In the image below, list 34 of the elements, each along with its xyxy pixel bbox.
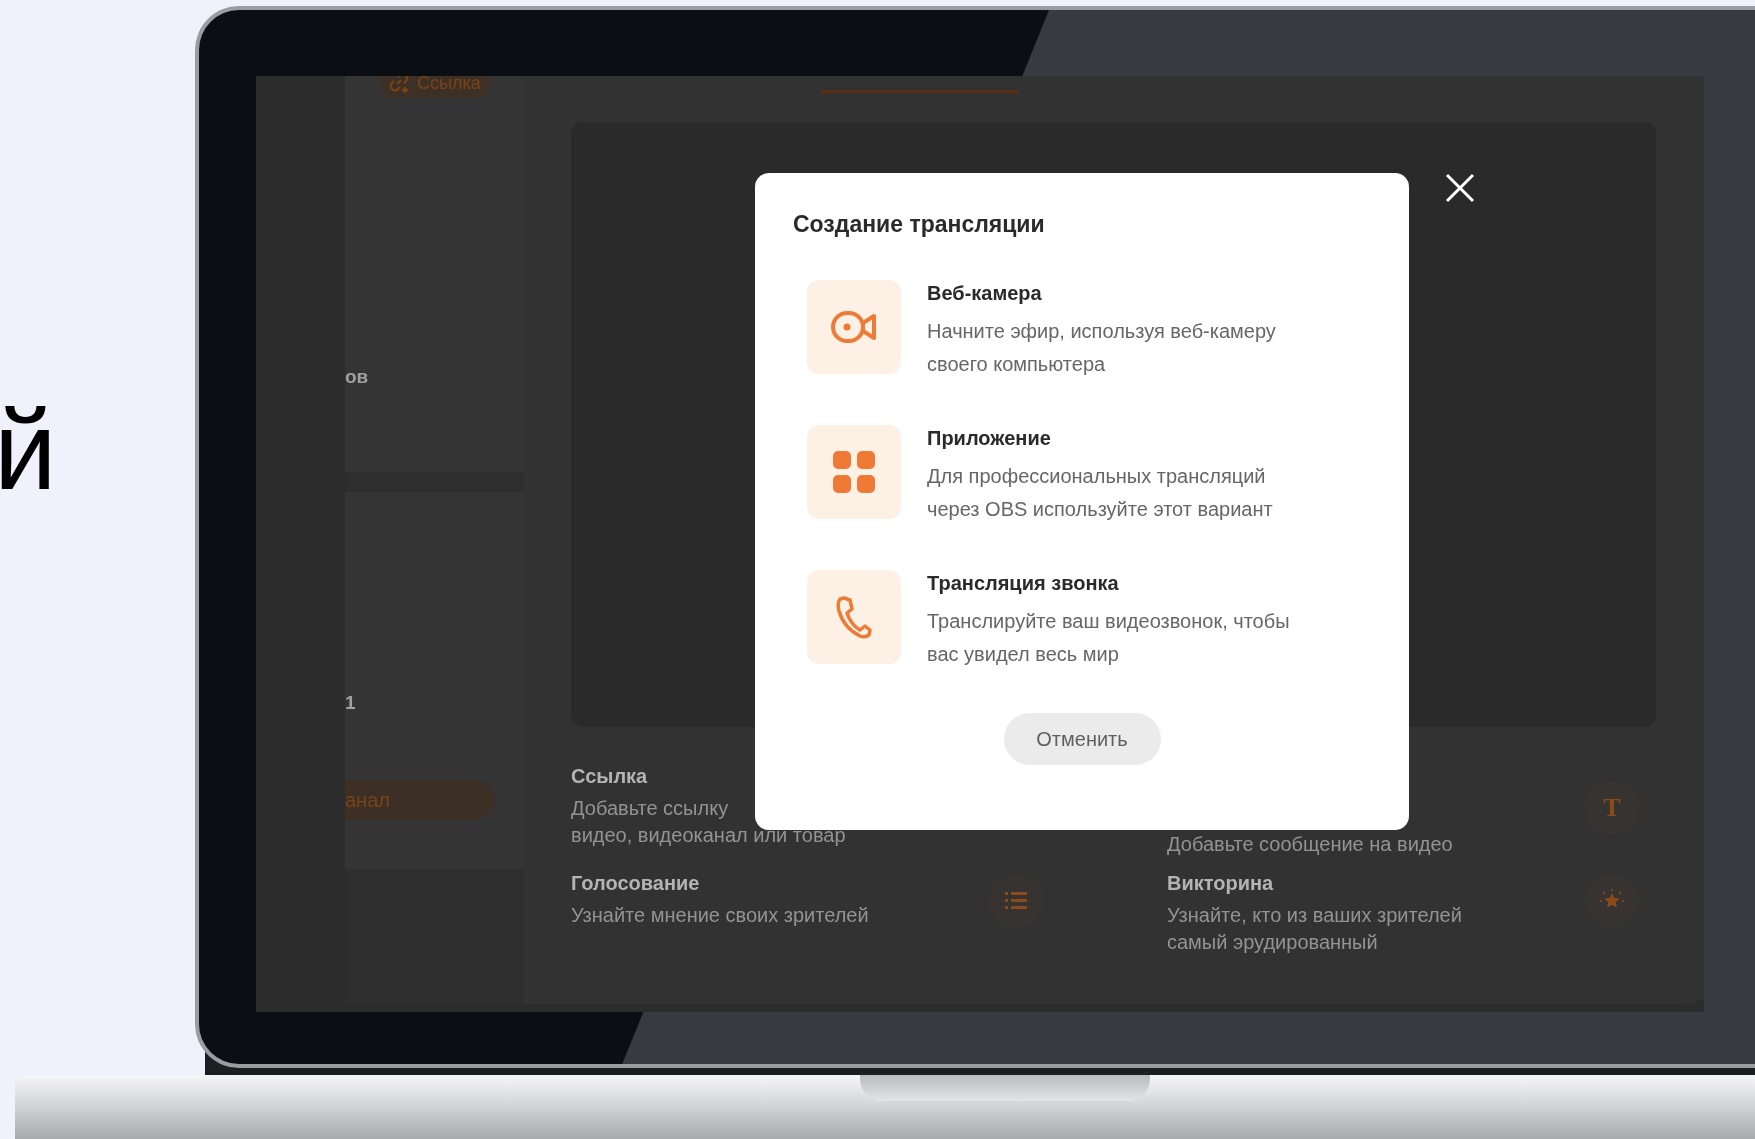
feature-title: Ссылка: [571, 765, 649, 789]
sidebar-text: 1: [345, 692, 356, 714]
option-title: Веб-камера: [927, 282, 1043, 305]
option-tile[interactable]: [807, 570, 901, 664]
cancel-button[interactable]: Отменить: [1003, 713, 1161, 765]
link-tag[interactable]: Ссылка: [379, 76, 491, 98]
sidebar-button[interactable]: анал: [345, 780, 495, 820]
feature-description: самый эрудированный: [1167, 930, 1379, 955]
text-format-icon[interactable]: T: [1585, 781, 1639, 835]
link-icon: [389, 76, 411, 94]
option-description: Начните эфир, используя веб-камеру: [927, 319, 1276, 344]
option-description: через OBS используйте этот вариант: [927, 497, 1273, 522]
close-icon[interactable]: [1445, 173, 1475, 203]
option-description: своего компьютера: [927, 352, 1107, 377]
video-camera-icon: [830, 310, 878, 344]
option-tile[interactable]: [807, 280, 901, 374]
feature-title: Голосование: [571, 872, 701, 896]
option-title: Трансляция звонка: [927, 572, 1120, 595]
phone-icon: [836, 595, 872, 639]
feature-title: Викторина: [1167, 872, 1275, 896]
option-description: Для профессиональных трансляций: [927, 464, 1267, 489]
sidebar-text: ов: [345, 366, 369, 388]
feature-description: видео, видеоканал или товар: [571, 823, 846, 848]
feature-description: Узнайте, кто из ваших зрителей: [1167, 903, 1462, 928]
heading-fragment: й: [0, 395, 57, 507]
app-grid-icon: [833, 451, 875, 493]
option-description: вас увидел весь мир: [927, 642, 1120, 667]
option-description: Транслируйте ваш видеозвонок, чтобы: [927, 609, 1290, 634]
feature-description: Узнайте мнение своих зрителей: [571, 903, 869, 928]
dialog-title: Создание трансляции: [793, 211, 1046, 238]
option-title: Приложение: [927, 427, 1052, 450]
option-tile[interactable]: [807, 425, 901, 519]
feature-description: Добавьте ссылку: [571, 796, 730, 821]
feature-description: Добавьте сообщение на видео: [1167, 832, 1453, 857]
